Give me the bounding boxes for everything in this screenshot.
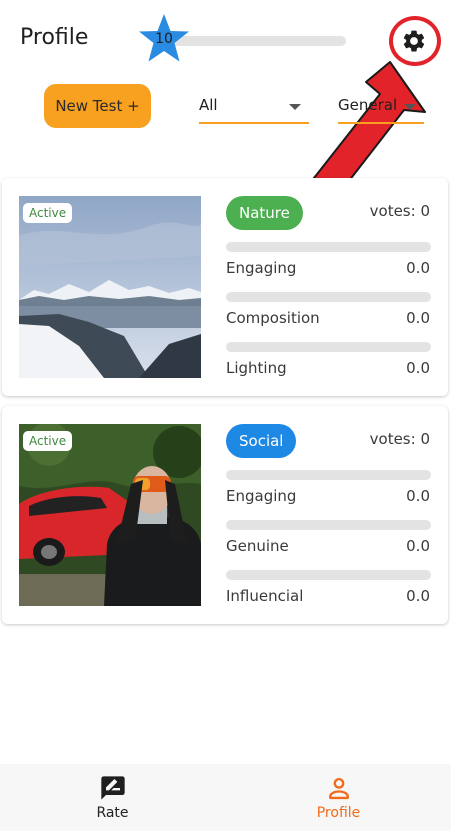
test-card-nature[interactable]: Active Nature votes: 0 Engaging 0.0 Comp… (2, 178, 448, 396)
rate-feedback-icon (100, 776, 125, 800)
nav-tab-label: Profile (316, 805, 361, 821)
test-card-social[interactable]: Active Social votes: 0 Engaging 0.0 Genu… (2, 406, 448, 624)
mountain-lake-photo (19, 196, 201, 378)
bottom-navigation: Rate Profile (0, 764, 451, 831)
chevron-down-icon (289, 104, 301, 110)
metric-label: Lighting (226, 359, 287, 377)
status-badge: Active (23, 431, 73, 451)
nav-tab-rate[interactable]: Rate (0, 764, 225, 831)
metric-value: 0.0 (406, 309, 430, 327)
category-select-value: General (338, 96, 398, 114)
filter-select-value: All (199, 96, 218, 114)
chevron-down-icon (404, 104, 416, 110)
metric-label: Influencial (226, 587, 304, 605)
nav-tab-label: Rate (96, 805, 129, 821)
metric-label: Engaging (226, 259, 297, 277)
metric-bar (226, 292, 431, 302)
status-badge: Active (23, 203, 73, 223)
metric-bar (226, 470, 431, 480)
person-with-red-car-photo (19, 424, 201, 606)
highlight-circle (389, 16, 441, 66)
filter-select[interactable]: All (199, 92, 309, 124)
test-photo (19, 424, 201, 606)
metric-label: Genuine (226, 537, 289, 555)
category-badge: Social (226, 424, 297, 458)
metric-bar (226, 520, 431, 530)
nav-tab-profile[interactable]: Profile (226, 764, 451, 831)
votes-count: votes: 0 (369, 202, 430, 220)
metric-bar (226, 342, 431, 352)
metric-value: 0.0 (406, 487, 430, 505)
metric-value: 0.0 (406, 587, 430, 605)
metric-value: 0.0 (406, 259, 430, 277)
test-photo (19, 196, 201, 378)
category-select[interactable]: General (338, 92, 424, 124)
metric-value: 0.0 (406, 537, 430, 555)
new-test-button[interactable]: New Test + (44, 84, 151, 128)
votes-count: votes: 0 (369, 430, 430, 448)
metric-bar (226, 242, 431, 252)
category-badge: Nature (226, 196, 303, 230)
level-number: 10 (155, 31, 173, 47)
person-icon (328, 777, 349, 800)
metric-label: Engaging (226, 487, 297, 505)
metric-value: 0.0 (406, 359, 430, 377)
metric-bar (226, 570, 431, 580)
metric-label: Composition (226, 309, 320, 327)
page-title: Profile (20, 25, 89, 50)
